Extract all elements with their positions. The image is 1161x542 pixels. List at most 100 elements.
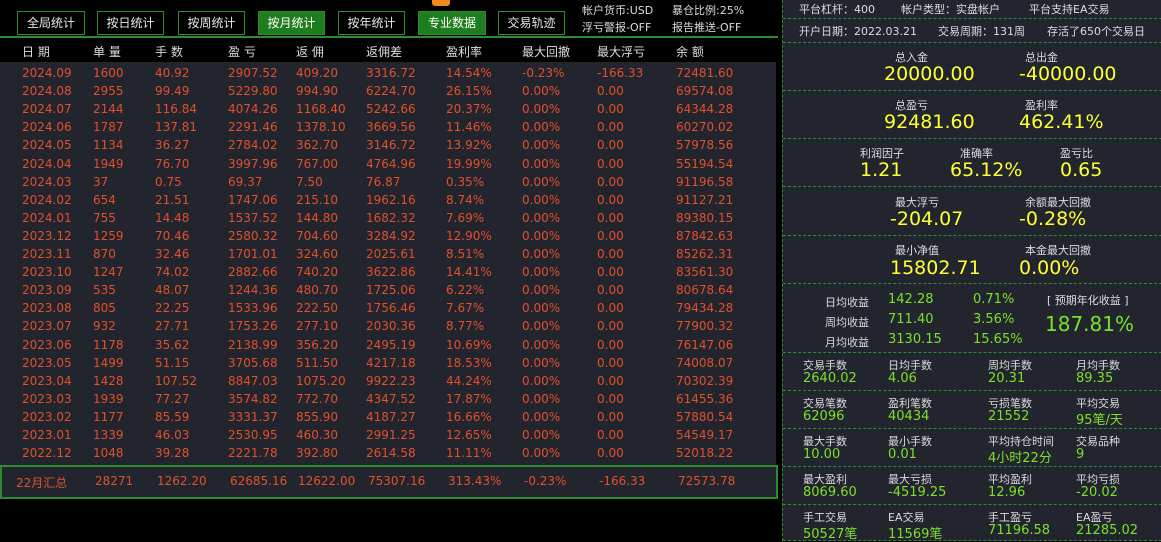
cell-pnl: 1753.26 bbox=[228, 319, 278, 334]
cell-rebate: 356.20 bbox=[296, 337, 338, 352]
table-header: 日 期 单 量 手 数 盈 亏 返 佣 返佣差 盈利率 最大回撤 最大浮亏 余 额 bbox=[0, 40, 778, 62]
table-row[interactable]: 2024.06 1787 137.81 2291.46 1378.10 3669.56 11… bbox=[0, 120, 776, 138]
table-row[interactable]: 2023.04 1428 107.52 8847.03 1075.20 9922.23 44… bbox=[0, 374, 776, 392]
table-row[interactable]: 2023.05 1499 51.15 3705.68 511.50 4217.18 18.5… bbox=[0, 356, 776, 374]
header-pnl[interactable]: 盈 亏 bbox=[228, 43, 256, 60]
cell-date: 2023.02 bbox=[22, 409, 72, 424]
cell-lots: 107.52 bbox=[155, 373, 197, 388]
cell-pnl: 3997.96 bbox=[228, 156, 278, 171]
table-row[interactable]: 2023.07 932 27.71 1753.26 277.10 2030.36 8.77%… bbox=[0, 319, 776, 337]
cell-balance: 60270.02 bbox=[676, 120, 734, 135]
table-row[interactable]: 2023.11 870 32.46 1701.01 324.60 2025.61 8.51%… bbox=[0, 247, 776, 265]
table-row[interactable]: 2024.01 755 14.48 1537.52 144.80 1682.32 7.69%… bbox=[0, 211, 776, 229]
daily-stats-button[interactable]: 按日统计 bbox=[97, 11, 164, 35]
cell-lots: 99.49 bbox=[155, 84, 190, 99]
report-push[interactable]: 报告推送-OFF bbox=[672, 19, 741, 35]
avg-value: 142.28 bbox=[888, 292, 934, 307]
table-row[interactable]: 2024.05 1134 36.27 2784.02 362.70 3146.72 13.9… bbox=[0, 138, 776, 156]
cell-orders: 1339 bbox=[93, 428, 124, 442]
cell-orders: 932 bbox=[93, 319, 116, 334]
cell-max-drawdown: 0.00% bbox=[522, 283, 561, 298]
cell-max-float-loss: 0.00 bbox=[597, 391, 624, 406]
float-loss-alert[interactable]: 浮亏警报-OFF bbox=[582, 19, 651, 35]
cell-rebate-diff: 5242.66 bbox=[366, 102, 416, 117]
drawdown-section: 最大浮亏 -204.07 余额最大回撤 -0.28% bbox=[783, 187, 1161, 236]
open-date: 开户日期：2022.03.21 bbox=[799, 25, 917, 38]
cell-rebate-diff: 3284.92 bbox=[366, 228, 416, 243]
cell-lots: 39.28 bbox=[155, 446, 190, 461]
table-row[interactable]: 2023.12 1259 70.46 2580.32 704.60 3284.92 12.9… bbox=[0, 229, 776, 247]
cell-balance: 89380.15 bbox=[676, 210, 734, 225]
header-rebate-diff[interactable]: 返佣差 bbox=[366, 43, 402, 60]
cell-balance: 91127.21 bbox=[676, 192, 734, 207]
monthly-stats-button[interactable]: 按月统计 bbox=[258, 11, 325, 35]
stat-value: 10.00 bbox=[803, 447, 841, 462]
cell-orders: 1259 bbox=[93, 228, 124, 243]
avg-percent: 3.56% bbox=[973, 312, 1015, 327]
summary-rebate: 12622.00 bbox=[298, 474, 356, 488]
cell-rebate-diff: 1682.32 bbox=[366, 210, 416, 225]
cell-max-float-loss: 0.00 bbox=[597, 409, 624, 424]
cell-balance: 80678.64 bbox=[676, 283, 734, 298]
rr-value: 0.65 bbox=[1060, 159, 1103, 181]
header-balance[interactable]: 余 额 bbox=[676, 43, 704, 60]
cell-rebate: 767.00 bbox=[296, 156, 338, 171]
cell-date: 2024.01 bbox=[22, 210, 72, 225]
table-row[interactable]: 2023.09 535 48.07 1244.36 480.70 1725.06 6.22%… bbox=[0, 283, 776, 301]
cell-pnl: 3331.37 bbox=[228, 409, 278, 424]
cell-max-drawdown: 0.00% bbox=[522, 247, 561, 261]
stat-value: 4小时22分 bbox=[988, 451, 1052, 466]
pro-data-button[interactable]: 专业数据 bbox=[418, 11, 486, 35]
cell-max-float-loss: 0.00 bbox=[597, 283, 624, 298]
cell-pnl: 2221.78 bbox=[228, 446, 278, 461]
cell-balance: 85262.31 bbox=[676, 247, 734, 261]
global-stats-button[interactable]: 全局统计 bbox=[17, 11, 85, 35]
stat-value: 9 bbox=[1076, 447, 1085, 462]
table-row[interactable]: 2022.12 1048 39.28 2221.78 392.80 2614.58 11.1… bbox=[0, 446, 776, 464]
table-row[interactable]: 2024.08 2955 99.49 5229.80 994.90 6224.70 26.1… bbox=[0, 84, 776, 102]
cell-roi: 6.22% bbox=[446, 283, 485, 298]
yearly-stats-button[interactable]: 按年统计 bbox=[338, 11, 405, 35]
header-date[interactable]: 日 期 bbox=[22, 43, 50, 60]
summary-balance: 72573.78 bbox=[678, 474, 736, 488]
cell-max-float-loss: 0.00 bbox=[597, 210, 624, 225]
table-row[interactable]: 2023.10 1247 74.02 2882.66 740.20 3622.86 14.4… bbox=[0, 265, 776, 283]
cell-lots: 74.02 bbox=[155, 265, 190, 280]
table-row[interactable]: 2023.02 1177 85.59 3331.37 855.90 4187.27 16.6… bbox=[0, 410, 776, 428]
header-max-drawdown[interactable]: 最大回撤 bbox=[522, 43, 570, 60]
cell-lots: 32.46 bbox=[155, 247, 190, 261]
cell-max-float-loss: 0.00 bbox=[597, 319, 624, 334]
deposit-section: 总入金 20000.00 总出金 -40000.00 bbox=[783, 43, 1161, 91]
cell-date: 2024.07 bbox=[22, 102, 72, 117]
table-row[interactable]: 2024.02 654 21.51 1747.06 215.10 1962.16 8.74%… bbox=[0, 193, 776, 211]
cell-pnl: 69.37 bbox=[228, 174, 263, 189]
cell-rebate: 994.90 bbox=[296, 84, 338, 99]
cell-lots: 27.71 bbox=[155, 319, 190, 334]
cell-rebate: 740.20 bbox=[296, 265, 338, 280]
cell-lots: 21.51 bbox=[155, 192, 190, 207]
cell-date: 2023.11 bbox=[22, 247, 72, 261]
avg-value: 711.40 bbox=[888, 312, 934, 327]
cell-roi: 7.67% bbox=[446, 301, 485, 316]
header-roi[interactable]: 盈利率 bbox=[446, 43, 482, 60]
cell-roi: 12.65% bbox=[446, 428, 492, 442]
cell-rebate-diff: 3146.72 bbox=[366, 138, 416, 153]
header-max-float-loss[interactable]: 最大浮亏 bbox=[597, 43, 645, 60]
table-row[interactable]: 2024.04 1949 76.70 3997.96 767.00 4764.96 19.9… bbox=[0, 157, 776, 175]
header-rebate[interactable]: 返 佣 bbox=[296, 43, 324, 60]
new-badge-icon bbox=[432, 0, 450, 6]
cell-roi: 7.69% bbox=[446, 210, 485, 225]
table-row[interactable]: 2023.08 805 22.25 1533.96 222.50 1756.46 7.67%… bbox=[0, 301, 776, 319]
weekly-stats-button[interactable]: 按周统计 bbox=[178, 11, 245, 35]
table-row[interactable]: 2023.06 1178 35.62 2138.99 356.20 2495.19 10.6… bbox=[0, 338, 776, 356]
table-row[interactable]: 2023.01 1339 46.03 2530.95 460.30 2991.25 12.6… bbox=[0, 428, 776, 446]
table-row[interactable]: 2024.07 2144 116.84 4074.26 1168.40 5242.66 20… bbox=[0, 102, 776, 120]
cell-rebate: 324.60 bbox=[296, 247, 338, 261]
table-row[interactable]: 2023.03 1939 77.27 3574.82 772.70 4347.52 17.8… bbox=[0, 392, 776, 410]
table-row[interactable]: 2024.03 37 0.75 69.37 7.50 76.87 0.35% 0.00% 0.0… bbox=[0, 175, 776, 193]
cell-rebate: 772.70 bbox=[296, 391, 338, 406]
header-orders[interactable]: 单 量 bbox=[93, 43, 121, 60]
table-row[interactable]: 2024.09 1600 40.92 2907.52 409.20 3316.72 14.5… bbox=[0, 66, 776, 84]
trade-track-button[interactable]: 交易轨迹 bbox=[498, 11, 565, 35]
header-lots[interactable]: 手 数 bbox=[155, 43, 183, 60]
